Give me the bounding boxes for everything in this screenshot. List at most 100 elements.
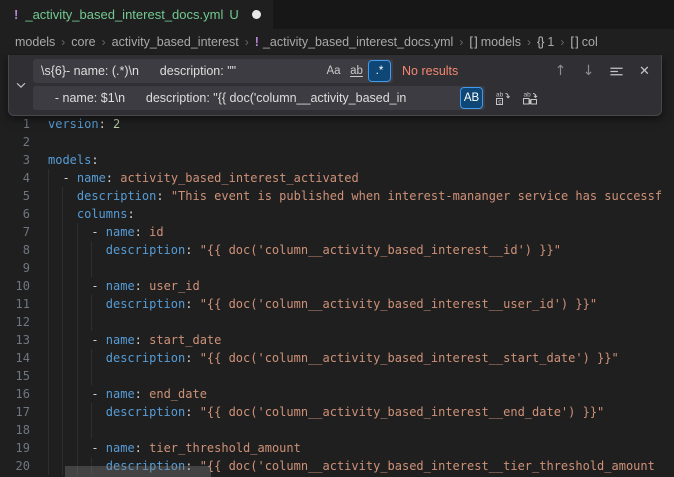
code-line[interactable]: 11description: "{{ doc('column__activity… xyxy=(0,295,674,313)
code-line[interactable]: 16- name: end_date xyxy=(0,385,674,403)
close-find-button[interactable]: ✕ xyxy=(633,60,656,82)
match-case-button[interactable]: Aa xyxy=(323,61,344,81)
line-number: 10 xyxy=(0,277,30,295)
replace-all-button[interactable]: ab xyxy=(518,87,541,109)
code-line-content: description: "{{ doc('column__activity_b… xyxy=(30,241,561,259)
tab-activity-docs[interactable]: ! _activity_based_interest_docs.yml U xyxy=(0,0,273,29)
code-area[interactable]: 1version: 223models:4- name: activity_ba… xyxy=(0,54,674,475)
breadcrumb-item-activity_based_interest[interactable]: activity_based_interest xyxy=(112,35,239,49)
breadcrumb-label: _activity_based_interest_docs.yml xyxy=(263,35,453,49)
indent-guide xyxy=(91,313,105,331)
regex-button[interactable]: .* xyxy=(369,61,390,81)
code-line-content: models: xyxy=(30,151,99,169)
line-number: 6 xyxy=(0,205,30,223)
indent-guide xyxy=(77,385,91,403)
code-line[interactable]: 10- name: user_id xyxy=(0,277,674,295)
toggle-replace-button[interactable] xyxy=(9,59,33,110)
replace-input[interactable]: - name: $1\n description: "{{ doc('colum… xyxy=(33,86,485,110)
indent-guide xyxy=(77,403,91,421)
line-number: 12 xyxy=(0,313,30,331)
code-line[interactable]: 15 xyxy=(0,367,674,385)
code-line[interactable]: 12 xyxy=(0,313,674,331)
line-number: 7 xyxy=(0,223,30,241)
find-input[interactable]: \s{6}- name: (.*)\n description: "" Aa a… xyxy=(33,59,393,83)
modified-dot-icon[interactable] xyxy=(252,10,261,19)
code-line[interactable]: 4- name: activity_based_interest_activat… xyxy=(0,169,674,187)
tab-bar: ! _activity_based_interest_docs.yml U xyxy=(0,0,674,29)
indent-guide xyxy=(62,241,76,259)
code-line-content: description: "{{ doc('column__activity_b… xyxy=(30,349,619,367)
whole-word-button[interactable]: ab xyxy=(346,61,367,81)
line-number: 18 xyxy=(0,421,30,439)
code-line-content xyxy=(30,313,106,331)
breadcrumb-item-_activity_based_interest_docs.yml[interactable]: !_activity_based_interest_docs.yml xyxy=(255,35,454,49)
indent-guide xyxy=(62,421,76,439)
code-line[interactable]: 7- name: id xyxy=(0,223,674,241)
indent-guide xyxy=(48,331,62,349)
breadcrumb-item-models[interactable]: models xyxy=(15,35,55,49)
code-line[interactable]: 3models: xyxy=(0,151,674,169)
code-line[interactable]: 13- name: start_date xyxy=(0,331,674,349)
yaml-problem-icon: ! xyxy=(14,7,18,22)
line-number: 20 xyxy=(0,457,30,475)
array-symbol-icon: [ ] xyxy=(469,35,476,49)
line-number: 2 xyxy=(0,133,30,151)
breadcrumb: models › core › activity_based_interest › !_ac… xyxy=(0,29,674,54)
horizontal-scrollbar-thumb[interactable] xyxy=(65,466,211,477)
arrow-down-icon: ↓ xyxy=(583,63,595,79)
indent-guide xyxy=(91,241,105,259)
code-line[interactable]: 8description: "{{ doc('column__activity_… xyxy=(0,241,674,259)
indent-guide xyxy=(48,187,62,205)
code-line-content xyxy=(30,421,106,439)
breadcrumb-separator-icon: › xyxy=(560,35,564,49)
preserve-case-button[interactable]: AB xyxy=(461,88,482,108)
code-line[interactable]: 6columns: xyxy=(0,205,674,223)
indent-guide xyxy=(62,313,76,331)
replace-icon: ab c xyxy=(494,90,510,106)
find-query-text: \s{6}- name: (.*)\n description: "" xyxy=(41,64,321,78)
breadcrumb-item-core[interactable]: core xyxy=(71,35,95,49)
code-line[interactable]: 14description: "{{ doc('column__activity… xyxy=(0,349,674,367)
indent-guide xyxy=(62,331,76,349)
replace-button[interactable]: ab c xyxy=(490,87,513,109)
indent-guide xyxy=(48,169,62,187)
find-in-selection-button[interactable] xyxy=(605,60,628,82)
breadcrumb-label: models xyxy=(481,35,521,49)
line-number: 4 xyxy=(0,169,30,187)
previous-match-button[interactable]: ↑ xyxy=(549,60,572,82)
indent-guide xyxy=(48,457,62,475)
line-number: 9 xyxy=(0,259,30,277)
breadcrumb-item-models[interactable]: [ ] models xyxy=(469,35,521,49)
code-line-content: description: "This event is published wh… xyxy=(30,187,662,205)
breadcrumb-label: 1 xyxy=(547,35,554,49)
code-line[interactable]: 18 xyxy=(0,421,674,439)
indent-guide xyxy=(77,349,91,367)
breadcrumb-separator-icon: › xyxy=(245,35,249,49)
line-number: 1 xyxy=(0,115,30,133)
code-line[interactable]: 1version: 2 xyxy=(0,115,674,133)
breadcrumb-item-1[interactable]: {}1 xyxy=(537,35,554,49)
breadcrumb-separator-icon: › xyxy=(459,35,463,49)
line-number: 11 xyxy=(0,295,30,313)
indent-guide xyxy=(62,205,76,223)
editor[interactable]: 1version: 223models:4- name: activity_ba… xyxy=(0,54,674,477)
indent-guide xyxy=(48,205,62,223)
line-number: 19 xyxy=(0,439,30,457)
code-line[interactable]: 19- name: tier_threshold_amount xyxy=(0,439,674,457)
indent-guide xyxy=(91,259,105,277)
indent-guide xyxy=(77,223,91,241)
code-line-content: - name: end_date xyxy=(30,385,207,403)
line-number: 16 xyxy=(0,385,30,403)
code-line-content xyxy=(30,367,106,385)
code-line[interactable]: 9 xyxy=(0,259,674,277)
code-line[interactable]: 2 xyxy=(0,133,674,151)
breadcrumb-item-col[interactable]: [ ]col xyxy=(570,35,597,49)
indent-guide xyxy=(48,313,62,331)
code-line[interactable]: 5description: "This event is published w… xyxy=(0,187,674,205)
next-match-button[interactable]: ↓ xyxy=(577,60,600,82)
code-line-content: - name: start_date xyxy=(30,331,221,349)
code-line[interactable]: 17description: "{{ doc('column__activity… xyxy=(0,403,674,421)
breadcrumb-label: col xyxy=(582,35,598,49)
indent-guide xyxy=(62,223,76,241)
svg-text:ab: ab xyxy=(523,92,531,99)
